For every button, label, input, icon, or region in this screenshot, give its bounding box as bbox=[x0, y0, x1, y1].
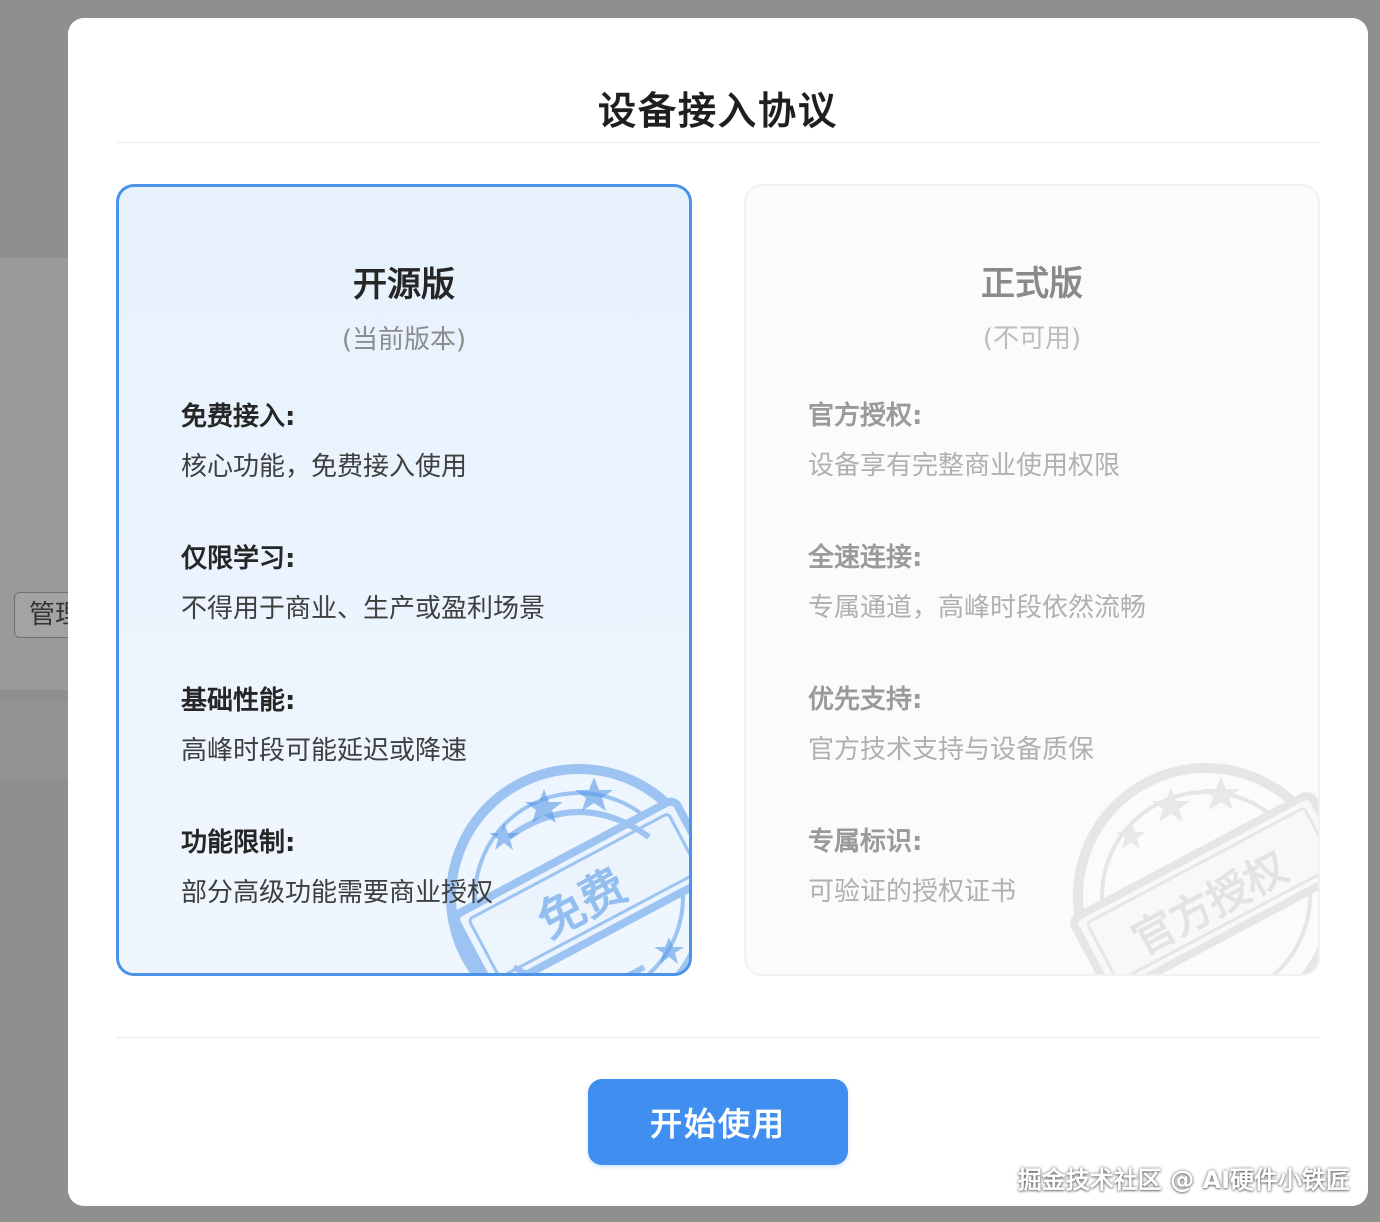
feature-item: 优先支持: 官方技术支持与设备质保 bbox=[808, 682, 1298, 824]
divider-top bbox=[116, 142, 1320, 143]
modal-title: 设备接入协议 bbox=[597, 89, 838, 133]
feature-desc: 专属通道，高峰时段依然流畅 bbox=[808, 593, 1147, 623]
start-using-button[interactable]: 开始使用 bbox=[588, 1079, 848, 1165]
feature-item: 功能限制: 部分高级功能需要商业授权 bbox=[181, 825, 669, 967]
agreement-modal: 设备接入协议 开源版 (当前版本) 免费 免费接入: 核心功能，免费接入使用 仅… bbox=[68, 18, 1368, 1206]
feature-item: 全速连接: 专属通道，高峰时段依然流畅 bbox=[808, 540, 1298, 682]
feature-label: 基础性能: bbox=[181, 686, 296, 716]
feature-desc: 官方技术支持与设备质保 bbox=[808, 735, 1095, 765]
divider-bottom bbox=[116, 1037, 1320, 1038]
feature-desc: 部分高级功能需要商业授权 bbox=[181, 878, 494, 908]
feature-label: 优先支持: bbox=[808, 685, 923, 715]
feature-item: 专属标识: 可验证的授权证书 bbox=[808, 824, 1298, 966]
feature-item: 官方授权: 设备享有完整商业使用权限 bbox=[808, 398, 1298, 540]
feature-desc: 核心功能，免费接入使用 bbox=[181, 452, 468, 482]
card-title: 开源版 bbox=[353, 265, 455, 305]
feature-item: 基础性能: 高峰时段可能延迟或降速 bbox=[181, 683, 669, 825]
feature-list: 免费接入: 核心功能，免费接入使用 仅限学习: 不得用于商业、生产或盈利场景 基… bbox=[181, 399, 669, 967]
feature-label: 仅限学习: bbox=[181, 544, 296, 574]
feature-label: 功能限制: bbox=[181, 828, 296, 858]
card-subtitle: (不可用) bbox=[982, 324, 1082, 354]
watermark-text: 掘金技术社区 @ AI硬件小铁匠 bbox=[1017, 1166, 1350, 1194]
card-official: 正式版 (不可用) 官方授权 官方授权: 设备享有完整商业使用权限 全速连接: … bbox=[744, 184, 1320, 976]
card-open-source[interactable]: 开源版 (当前版本) 免费 免费接入: 核心功能，免费接入使用 仅限学习: 不得… bbox=[116, 184, 692, 976]
card-title: 正式版 bbox=[981, 264, 1083, 304]
card-subtitle: (当前版本) bbox=[341, 325, 467, 355]
background-panel-lower bbox=[0, 700, 68, 780]
feature-item: 免费接入: 核心功能，免费接入使用 bbox=[181, 399, 669, 541]
feature-desc: 不得用于商业、生产或盈利场景 bbox=[181, 594, 546, 624]
feature-label: 专属标识: bbox=[808, 827, 923, 857]
feature-desc: 设备享有完整商业使用权限 bbox=[808, 451, 1121, 481]
feature-list: 官方授权: 设备享有完整商业使用权限 全速连接: 专属通道，高峰时段依然流畅 优… bbox=[808, 398, 1298, 966]
feature-desc: 可验证的授权证书 bbox=[808, 877, 1017, 907]
feature-label: 全速连接: bbox=[808, 543, 923, 573]
feature-label: 免费接入: bbox=[181, 402, 296, 432]
feature-item: 仅限学习: 不得用于商业、生产或盈利场景 bbox=[181, 541, 669, 683]
feature-label: 官方授权: bbox=[808, 401, 923, 431]
feature-desc: 高峰时段可能延迟或降速 bbox=[181, 736, 468, 766]
